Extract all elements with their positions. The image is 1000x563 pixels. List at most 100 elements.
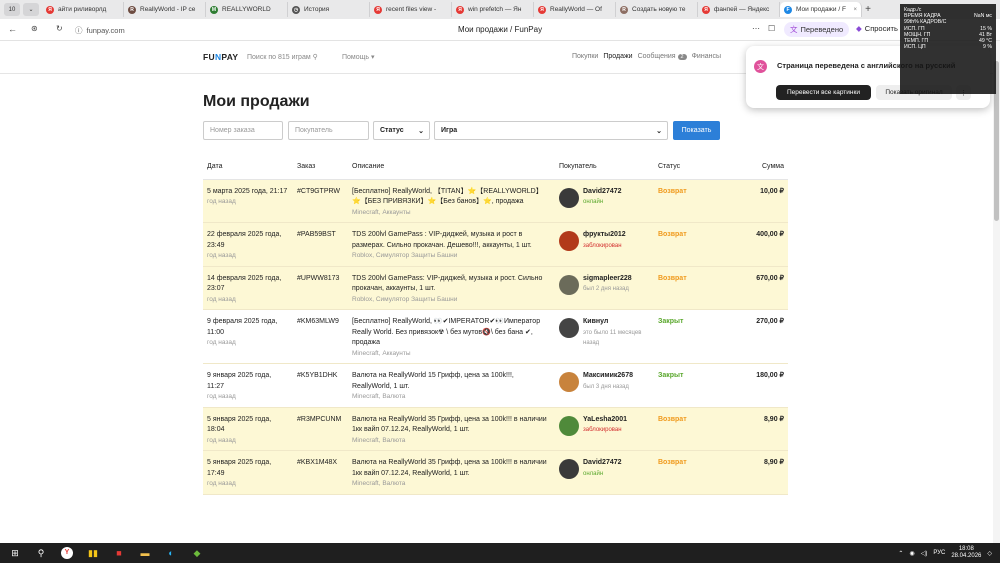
translate-images-button[interactable]: Перевести все картинки [776,85,871,100]
show-button[interactable]: Показать [673,121,720,140]
recorder-icon[interactable]: ■ [106,543,132,563]
tab-strip: Яайти риливорлд R ReallyWorld - IP се M REAL… [42,2,862,17]
windows-start-icon[interactable]: ⊞ [2,543,28,563]
help-menu[interactable]: Помощь ▾ [342,53,375,61]
search-icon[interactable]: ⚲ [28,543,54,563]
cell-buyer: Максимик2678 был 3 дня назад [555,363,654,408]
messages-label: Сообщения [637,53,676,60]
browser-tab[interactable]: Яфанпей — Яндекс [698,2,780,17]
cell-date: 5 января 2025 года, 18:04 год назад [203,407,293,451]
browser-tab[interactable]: ◷ История [288,2,370,17]
menu-finance[interactable]: Финансы [692,53,721,60]
buyer-name[interactable]: Максимик2678 [583,371,633,382]
buyer[interactable]: фрукты2012 заблокирован [559,230,650,251]
table-row[interactable]: 9 января 2025 года, 11:27 год назад #K5YB1… [203,363,788,408]
order-category: Roblox, Симулятор Защиты Башни [352,295,458,303]
avatar [559,274,579,295]
browser-tab[interactable]: Яайти риливорлд [42,2,124,17]
order-id[interactable]: #KM63MLW9 [297,317,344,328]
cell-sum: 180,00 ₽ [716,363,788,408]
order-date: 5 января 2025 года, 18:04 [207,415,272,434]
notification-icon[interactable]: ◇ [987,550,992,557]
order-description: TDS 200lvl GamePass: VIP-диджей, музыка … [352,274,543,293]
tab-label: Мои продажи / F [796,6,846,13]
cell-order: #KM63MLW9 [293,309,348,364]
cell-buyer: David27472 онлайн [555,450,654,495]
order-category: Minecraft, Валюта [352,480,406,487]
order-id[interactable]: #K5YB1DHK [297,371,344,382]
buyer[interactable]: David27472 онлайн [559,187,650,208]
order-id[interactable]: #KBX1M48X [297,458,344,469]
menu-messages[interactable]: Сообщения 2 [638,53,687,60]
table-row[interactable]: 5 января 2025 года, 17:49 год назад #KBX1M… [203,450,788,495]
logo-part-c: PAY [221,52,239,62]
table-row[interactable]: 9 февраля 2025 года, 11:00 год назад #KM63… [203,309,788,364]
menu-purchases[interactable]: Покупки [572,53,598,60]
browser-tab[interactable]: R ReallyWorld - IP се [124,2,206,17]
lang-indicator[interactable]: РУС [933,550,945,556]
minecraft-icon[interactable]: ◆ [184,543,210,563]
status-select[interactable]: Статус ⌄ [373,121,430,140]
buyer[interactable]: sigmapleer228 был 2 дня назад [559,274,650,295]
volume-icon[interactable]: ◁) [921,550,928,557]
browser-tab[interactable]: Я ReallyWorld — Of [534,2,616,17]
order-id[interactable]: #CT9GTPRW [297,187,344,198]
buyer-name[interactable]: фрукты2012 [583,230,626,241]
order-number-input[interactable]: Номер заказа [203,121,283,140]
status-badge: Возврат [658,231,687,238]
tab-counter[interactable]: 10 [4,3,20,16]
table-row[interactable]: 22 февраля 2025 года, 23:49 год назад #PAB… [203,222,788,267]
buyer-name[interactable]: YaLesha2001 [583,415,627,426]
new-tab-icon[interactable]: + [862,4,874,15]
order-id[interactable]: #PAB59BST [297,230,344,241]
cell-date: 5 марта 2025 года, 21:17 год назад [203,179,293,223]
buyer-name[interactable]: David27472 [583,187,622,198]
menu-sales[interactable]: Продажи [603,53,632,60]
buyer[interactable]: Кивнул это было 11 месяцев назад [559,317,650,349]
chevron-down-icon: ⌄ [418,127,424,135]
browser-tab[interactable]: R Создать новую те [616,2,698,17]
browser-tab[interactable]: M REALLYWORLD [206,2,288,17]
tab-list-chevron-icon[interactable]: ⌄ [23,3,39,16]
browser-tab[interactable]: Яwin prefetch — Ян [452,2,534,17]
page-heading: Мои продажи [203,93,310,110]
buyer-name[interactable]: Кивнул [583,317,650,328]
messages-badge: 2 [677,54,687,60]
order-id[interactable]: #R3MPCUNM [297,415,344,426]
order-category: Minecraft, Валюта [352,436,406,444]
page-scrollbar[interactable] [993,41,1000,543]
close-tab-icon[interactable]: × [853,7,857,13]
ask-button[interactable]: ◆ Спросить [856,24,898,33]
edge-icon[interactable]: ◐ [158,543,184,563]
table-row[interactable]: 5 января 2025 года, 18:04 год назад #R3MPC… [203,407,788,451]
cell-buyer: фрукты2012 заблокирован [555,222,654,267]
browser-tab[interactable]: F Мои продажи / F × [780,2,862,17]
order-id[interactable]: #UPWW8173 [297,274,344,285]
cell-description: TDS 200lvl GamePass: VIP-диджей, музыка … [348,266,555,310]
cell-description: [Бесплатно] ReallyWorld, 👀✔IMPERATOR✔👀Им… [348,309,555,364]
buyer-name[interactable]: David27472 [583,458,622,469]
yandex-browser-icon[interactable]: Y [54,543,80,563]
tab-favicon-icon: Я [374,5,382,14]
funpay-logo[interactable]: FUNPAY [203,52,238,62]
buyer[interactable]: YaLesha2001 заблокирован [559,415,650,436]
clock[interactable]: 18:08 28.04.2026 [951,546,981,560]
mic-icon[interactable]: ◉ [909,550,914,557]
file-explorer-icon[interactable]: ▬ [132,543,158,563]
order-category: Roblox, Симулятор Защиты Башни [352,252,458,259]
cell-status: Закрыт [654,309,716,364]
game-select[interactable]: Игра ⌄ [434,121,668,140]
app-icon[interactable]: ▮▮ [80,543,106,563]
more-icon[interactable]: ⋯ [752,24,760,33]
site-search[interactable]: Поиск по 815 играм ⚲ [247,53,318,61]
buyer-name[interactable]: sigmapleer228 [583,274,632,285]
bookmark-icon[interactable]: ☐ [768,24,775,33]
buyer-input[interactable]: Покупатель [288,121,369,140]
buyer[interactable]: David27472 онлайн [559,458,650,479]
buyer[interactable]: Максимик2678 был 3 дня назад [559,371,650,392]
chevron-up-icon[interactable]: ⌃ [898,550,903,557]
translated-chip[interactable]: 文 Переведено [784,22,850,37]
table-row[interactable]: 5 марта 2025 года, 21:17 год назад #CT9GTP… [203,179,788,223]
browser-tab[interactable]: Яrecent files view - [370,2,452,17]
table-row[interactable]: 14 февраля 2025 года, 23:07 год назад #UPW… [203,266,788,310]
